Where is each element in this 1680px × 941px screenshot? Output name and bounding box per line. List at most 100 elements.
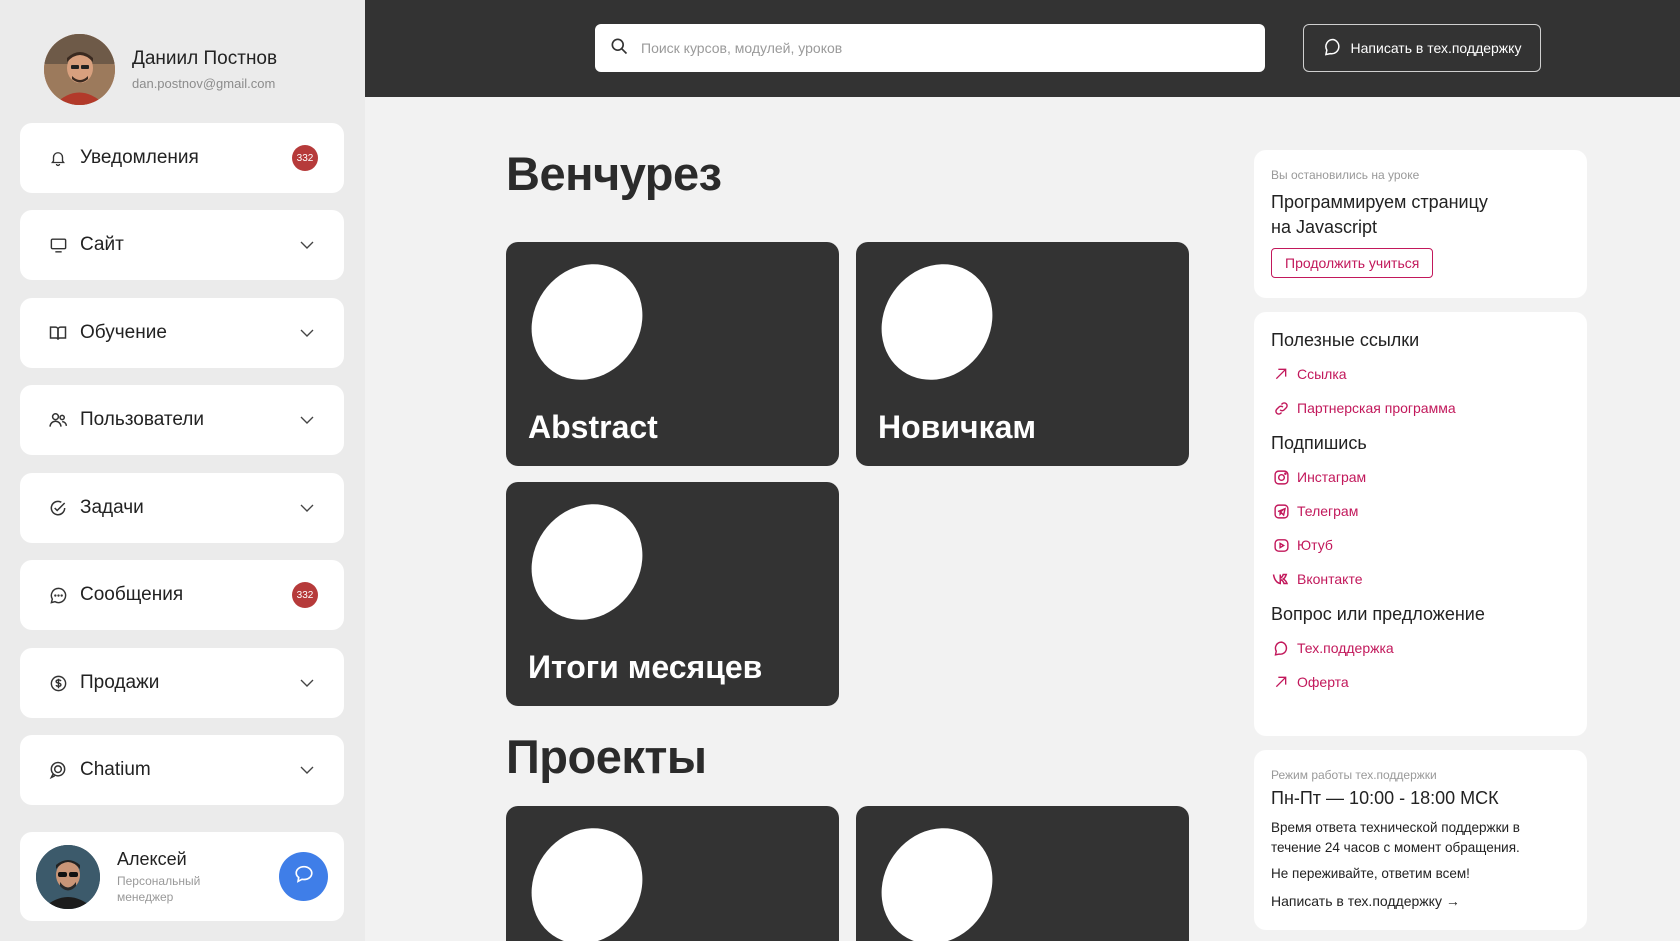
subscribe-title: Подпишись [1271, 433, 1367, 453]
link-label: Партнерская программа [1297, 400, 1456, 416]
chat-bubble-icon [1323, 37, 1343, 60]
user-avatar[interactable] [44, 34, 115, 105]
sidebar-item-tasks[interactable]: Задачи [20, 473, 344, 543]
section-title-projects: Проекты [506, 730, 707, 783]
resume-caption: Вы остановились на уроке [1271, 168, 1420, 182]
sidebar-item-sales[interactable]: Продажи [20, 648, 344, 718]
project-illustration [509, 806, 665, 941]
manager-name: Алексей [117, 848, 187, 869]
messages-badge: 332 [292, 582, 318, 608]
support-button[interactable]: Написать в тех.поддержку [1303, 24, 1541, 72]
sidebar-item-label: Уведомления [80, 147, 199, 168]
support-response-text: Время ответа технической поддержки в теч… [1271, 820, 1520, 855]
telegram-icon [1271, 501, 1291, 521]
manager-role: Персональный менеджер [117, 873, 201, 904]
link-item[interactable]: Инстаграм [1271, 460, 1570, 494]
link-item[interactable]: Телеграм [1271, 494, 1570, 528]
arrow-up-right-icon [1271, 672, 1291, 692]
chain-link-icon [1271, 398, 1291, 418]
sidebar-item-learning[interactable]: Обучение [20, 298, 344, 368]
course-card-title: Новичкам [878, 409, 1037, 445]
sidebar-item-chatium[interactable]: Chatium [20, 735, 344, 805]
vk-icon [1271, 569, 1291, 589]
question-title: Вопрос или предложение [1271, 604, 1485, 624]
course-card-title: Abstract [528, 409, 658, 445]
profile-name: Даниил Постнов [132, 48, 278, 69]
sidebar-item-label: Обучение [80, 322, 167, 343]
link-item[interactable]: Тех.поддержка [1271, 631, 1570, 665]
user-profile[interactable]: Даниил Постнов dan.postnov@gmail.com [44, 34, 277, 105]
support-write-link[interactable]: Написать в тех.поддержку → [1271, 893, 1570, 909]
project-card[interactable] [856, 806, 1189, 941]
course-illustration [509, 242, 665, 402]
personal-manager-card: Алексей Персональный менеджер [20, 832, 344, 921]
useful-links-panel: Полезные ссылки Ссылка Партнерская прогр… [1254, 312, 1587, 736]
link-item[interactable]: Ютуб [1271, 528, 1570, 562]
youtube-icon [1271, 535, 1291, 555]
monitor-icon [46, 233, 70, 257]
continue-learning-button[interactable]: Продолжить учиться [1271, 248, 1434, 278]
chevron-down-icon[interactable] [296, 322, 318, 344]
useful-links-title: Полезные ссылки [1271, 330, 1420, 350]
course-card-title: Итоги месяцев [528, 649, 763, 685]
link-label: Ссылка [1297, 366, 1347, 382]
sidebar: Даниил Постнов dan.postnov@gmail.com Уве… [0, 0, 365, 941]
support-hours-caption: Режим работы тех.поддержки [1271, 768, 1437, 782]
sidebar-item-label: Сайт [80, 234, 124, 255]
link-label: Ютуб [1297, 537, 1333, 553]
chevron-down-icon[interactable] [296, 234, 318, 256]
link-label: Вконтакте [1297, 571, 1363, 587]
course-illustration [509, 482, 665, 642]
manager-chat-button[interactable] [279, 852, 328, 901]
link-item[interactable]: Ссылка [1271, 357, 1570, 391]
chat-bubble-icon [1271, 638, 1291, 658]
link-item[interactable]: Оферта [1271, 665, 1570, 699]
link-item[interactable]: Вконтакте [1271, 562, 1570, 596]
course-card[interactable]: Abstract [506, 242, 839, 466]
sidebar-item-notifications[interactable]: Уведомления 332 [20, 123, 344, 193]
link-label: Оферта [1297, 674, 1349, 690]
chatium-icon [46, 758, 70, 782]
notifications-badge: 332 [292, 145, 318, 171]
top-bar: Написать в тех.поддержку [365, 0, 1680, 97]
sidebar-item-label: Chatium [80, 759, 151, 780]
link-item[interactable]: Партнерская программа [1271, 391, 1570, 425]
lesson-title-line-2: на Javascript [1271, 217, 1377, 237]
sidebar-item-label: Пользователи [80, 409, 205, 430]
link-label: Тех.поддержка [1297, 640, 1394, 656]
course-card[interactable]: Итоги месяцев [506, 482, 839, 706]
search-input[interactable] [641, 40, 1251, 56]
sidebar-item-messages[interactable]: Сообщения 332 [20, 560, 344, 630]
book-icon [46, 321, 70, 345]
course-illustration [859, 242, 1015, 402]
link-label: Инстаграм [1297, 469, 1367, 485]
tasks-icon [46, 496, 70, 520]
support-reassurance-text: Не переживайте, ответим всем! [1271, 866, 1470, 881]
support-button-label: Написать в тех.поддержку [1350, 40, 1522, 56]
lesson-title-line-1: Программируем страницу [1271, 192, 1488, 212]
chevron-down-icon[interactable] [296, 672, 318, 694]
chevron-down-icon[interactable] [296, 759, 318, 781]
course-card[interactable]: Новичкам [856, 242, 1189, 466]
sidebar-item-users[interactable]: Пользователи [20, 385, 344, 455]
chevron-down-icon[interactable] [296, 497, 318, 519]
section-title-venturez: Венчурез [506, 147, 722, 200]
profile-email: dan.postnov@gmail.com [132, 76, 276, 91]
chat-bubble-icon [293, 863, 315, 890]
users-icon [46, 408, 70, 432]
bell-icon [46, 146, 70, 170]
sidebar-item-label: Продажи [80, 672, 160, 693]
lesson-title[interactable]: Программируем страницу на Javascript [1271, 190, 1570, 240]
chat-icon [46, 583, 70, 607]
arrow-up-right-icon [1271, 364, 1291, 384]
instagram-icon [1271, 467, 1291, 487]
link-label: Телеграм [1297, 503, 1359, 519]
sidebar-item-site[interactable]: Сайт [20, 210, 344, 280]
search-icon [609, 36, 629, 61]
chevron-down-icon[interactable] [296, 409, 318, 431]
project-card[interactable] [506, 806, 839, 941]
manager-avatar [36, 844, 100, 909]
project-illustration [859, 806, 1015, 941]
search-box[interactable] [595, 24, 1265, 72]
sidebar-item-label: Сообщения [80, 584, 184, 605]
